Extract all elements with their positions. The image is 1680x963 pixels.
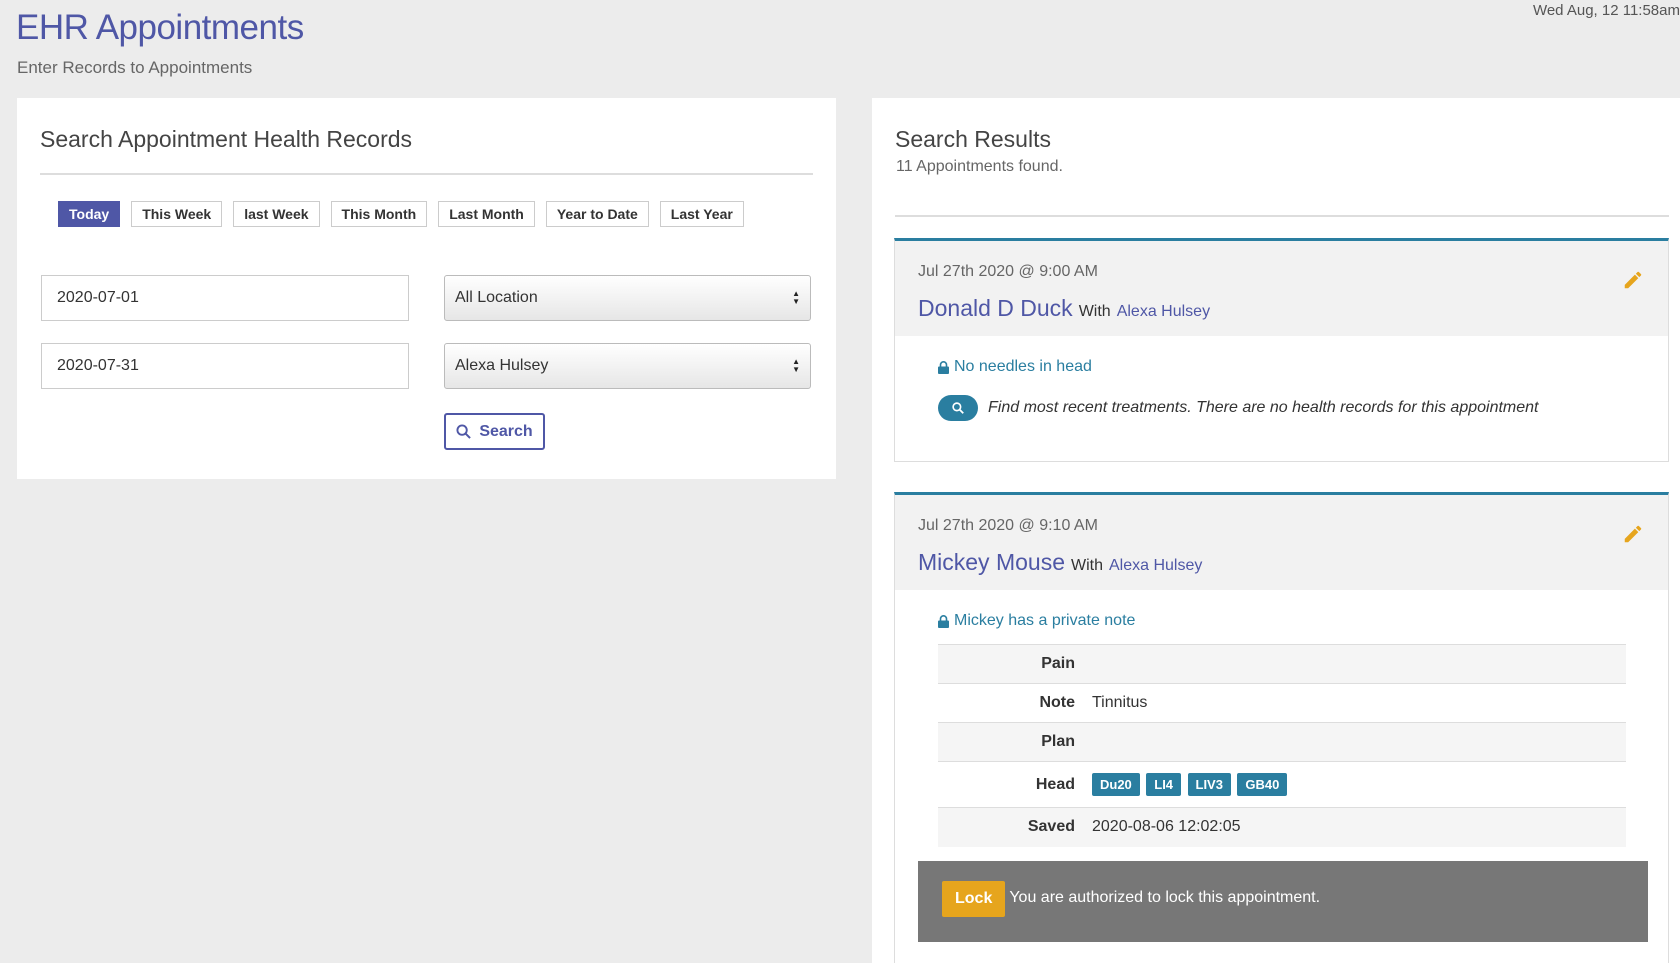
appointment-header: Jul 27th 2020 @ 9:00 AM Donald D Duck Wi… bbox=[895, 241, 1668, 336]
note-label: Note bbox=[938, 683, 1084, 723]
private-note-text: Mickey has a private note bbox=[954, 612, 1136, 629]
end-date-input[interactable] bbox=[41, 343, 409, 389]
range-last-year-button[interactable]: Last Year bbox=[659, 201, 744, 227]
select-arrows-icon: ▲ ▼ bbox=[792, 289, 800, 306]
find-treatments-text: Find most recent treatments. There are n… bbox=[988, 399, 1539, 416]
location-select-value: All Location bbox=[455, 289, 538, 306]
saved-value: 2020-08-06 12:02:05 bbox=[1084, 807, 1626, 847]
search-button[interactable]: Search bbox=[444, 413, 545, 450]
range-last-month-button[interactable]: Last Month bbox=[438, 201, 535, 227]
practitioner-select-value: Alexa Hulsey bbox=[455, 357, 549, 374]
datetime: Wed Aug, 12 11:58am bbox=[1532, 2, 1680, 19]
results-count: 11 Appointments found. bbox=[896, 158, 1063, 175]
lock-button[interactable]: Lock bbox=[942, 880, 1006, 917]
record-row-note: Note Tinnitus bbox=[938, 683, 1626, 723]
head-label: Head bbox=[938, 761, 1084, 808]
pencil-icon[interactable] bbox=[1622, 523, 1644, 545]
with-label: With bbox=[1078, 303, 1111, 320]
record-row-saved: Saved 2020-08-06 12:02:05 bbox=[938, 807, 1626, 847]
practitioner-link[interactable]: Alexa Hulsey bbox=[1117, 303, 1210, 321]
head-points: Du20 LI4 LIV3 GB40 bbox=[1084, 761, 1626, 808]
find-treatments-button[interactable] bbox=[938, 395, 978, 421]
date-range-buttons: Today This Week last Week This Month Las… bbox=[58, 201, 744, 227]
record-row-pain: Pain bbox=[938, 644, 1626, 684]
note-value: Tinnitus bbox=[1084, 683, 1626, 723]
start-date-input[interactable] bbox=[41, 275, 409, 321]
acupoint-badge: GB40 bbox=[1237, 773, 1288, 796]
range-this-week-button[interactable]: This Week bbox=[131, 201, 223, 227]
range-last-week-button[interactable]: last Week bbox=[233, 201, 320, 227]
search-panel: Search Appointment Health Records Today … bbox=[17, 98, 836, 479]
plan-label: Plan bbox=[938, 722, 1084, 762]
pain-value bbox=[1084, 644, 1626, 684]
practitioner-link[interactable]: Alexa Hulsey bbox=[1109, 557, 1202, 575]
select-arrows-icon: ▲ ▼ bbox=[792, 357, 800, 374]
appointment-card: Jul 27th 2020 @ 9:00 AM Donald D Duck Wi… bbox=[894, 238, 1669, 462]
record-row-head: Head Du20 LI4 LIV3 GB40 bbox=[938, 761, 1626, 808]
lock-message: You are authorized to lock this appointm… bbox=[1009, 888, 1321, 906]
divider bbox=[895, 215, 1669, 217]
range-today-button[interactable]: Today bbox=[58, 201, 121, 227]
acupoint-badge: LI4 bbox=[1146, 773, 1182, 796]
with-label: With bbox=[1070, 557, 1103, 574]
appointment-date: Jul 27th 2020 @ 9:10 AM bbox=[918, 517, 1098, 534]
search-icon bbox=[456, 424, 472, 439]
pain-label: Pain bbox=[938, 644, 1084, 684]
results-panel: Search Results 11 Appointments found. Ju… bbox=[872, 98, 1680, 963]
acupoint-badge: LIV3 bbox=[1187, 773, 1231, 796]
appointment-card: Jul 27th 2020 @ 9:10 AM Mickey Mouse Wit… bbox=[894, 492, 1669, 963]
private-note-text: No needles in head bbox=[954, 358, 1092, 375]
location-select[interactable]: All Location ▲ ▼ bbox=[444, 275, 811, 321]
results-title: Search Results bbox=[895, 126, 1051, 152]
search-button-label: Search bbox=[479, 422, 533, 440]
private-note: No needles in head bbox=[938, 358, 1625, 376]
acupoint-badge: Du20 bbox=[1092, 773, 1140, 796]
patient-name-link[interactable]: Mickey Mouse bbox=[918, 549, 1065, 576]
appointment-date: Jul 27th 2020 @ 9:00 AM bbox=[918, 263, 1098, 280]
lock-icon bbox=[938, 614, 949, 628]
pencil-icon[interactable] bbox=[1622, 269, 1644, 291]
private-note: Mickey has a private note bbox=[938, 612, 1625, 630]
practitioner-select[interactable]: Alexa Hulsey ▲ ▼ bbox=[444, 343, 811, 389]
appointment-header: Jul 27th 2020 @ 9:10 AM Mickey Mouse Wit… bbox=[895, 495, 1668, 590]
health-record-table: Pain Note Tinnitus Plan Head Du20 LI4 LI… bbox=[938, 644, 1626, 847]
range-year-to-date-button[interactable]: Year to Date bbox=[545, 201, 649, 227]
saved-label: Saved bbox=[938, 807, 1084, 847]
lock-icon bbox=[938, 360, 949, 374]
lock-bar: Lock You are authorized to lock this app… bbox=[918, 860, 1648, 942]
page-title: EHR Appointments bbox=[16, 8, 304, 47]
divider bbox=[40, 173, 813, 175]
plan-value bbox=[1084, 722, 1626, 762]
record-row-plan: Plan bbox=[938, 722, 1626, 762]
page-subtitle: Enter Records to Appointments bbox=[17, 58, 253, 77]
search-icon bbox=[952, 402, 964, 414]
range-this-month-button[interactable]: This Month bbox=[330, 201, 428, 227]
search-panel-title: Search Appointment Health Records bbox=[40, 126, 413, 152]
patient-name-link[interactable]: Donald D Duck bbox=[918, 295, 1073, 322]
